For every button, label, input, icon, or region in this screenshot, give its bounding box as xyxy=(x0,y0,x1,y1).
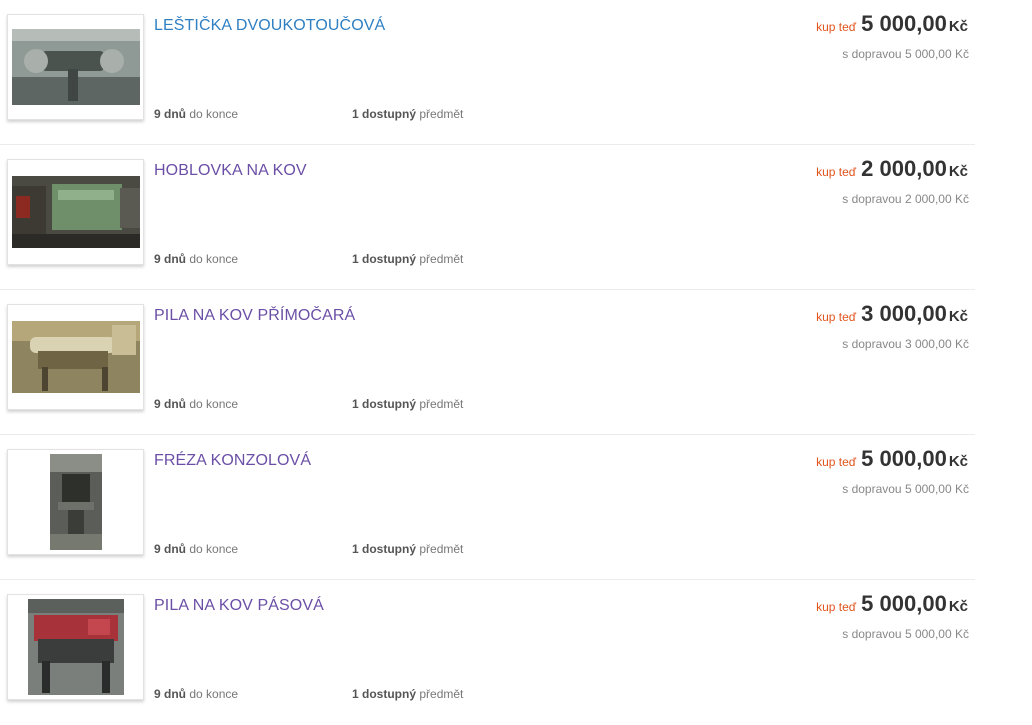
listing-thumbnail[interactable] xyxy=(7,449,144,555)
stock-suffix: předmět xyxy=(419,687,464,701)
buy-now-label: kup teď xyxy=(816,310,857,324)
price-with-shipping: s dopravou 3 000,00 Kč xyxy=(842,337,969,351)
price-block: kup teď 3 000,00 Kč xyxy=(816,301,968,327)
days-suffix: do konce xyxy=(189,107,239,121)
time-remaining: 9 dnů do konce xyxy=(154,397,238,411)
listing-thumbnail[interactable] xyxy=(7,594,144,700)
product-photo xyxy=(11,321,140,393)
listing-item: LEŠTIČKA DVOUKOTOUČOVÁ 9 dnů do konce 1 … xyxy=(0,0,975,145)
listing-item: HOBLOVKA NA KOV 9 dnů do konce 1 dostupn… xyxy=(0,145,975,290)
days-count: 9 dnů xyxy=(154,252,186,266)
listing-item: FRÉZA KONZOLOVÁ 9 dnů do konce 1 dostupn… xyxy=(0,435,975,580)
days-suffix: do konce xyxy=(189,687,239,701)
price-block: kup teď 5 000,00 Kč xyxy=(816,591,968,617)
price-with-shipping: s dopravou 2 000,00 Kč xyxy=(842,192,969,206)
price-value: 5 000,00 xyxy=(861,446,947,471)
listing-title-link[interactable]: PILA NA KOV PŘÍMOČARÁ xyxy=(154,307,355,325)
stock-available: 1 dostupný předmět xyxy=(352,107,463,121)
buy-now-label: kup teď xyxy=(816,600,857,614)
product-photo xyxy=(11,176,140,248)
stock-suffix: předmět xyxy=(419,542,464,556)
price-currency: Kč xyxy=(948,18,968,35)
days-count: 9 dnů xyxy=(154,107,186,121)
listing-title-link[interactable]: PILA NA KOV PÁSOVÁ xyxy=(154,597,324,615)
time-remaining: 9 dnů do konce xyxy=(154,687,238,701)
stock-suffix: předmět xyxy=(419,397,464,411)
buy-now-label: kup teď xyxy=(816,165,857,179)
product-photo xyxy=(11,29,140,105)
days-suffix: do konce xyxy=(189,397,239,411)
stock-available: 1 dostupný předmět xyxy=(352,687,463,701)
stock-available: 1 dostupný předmět xyxy=(352,542,463,556)
product-photo xyxy=(27,599,124,695)
listing-title-link[interactable]: LEŠTIČKA DVOUKOTOUČOVÁ xyxy=(154,17,385,35)
stock-suffix: předmět xyxy=(419,252,464,266)
listing-title-link[interactable]: HOBLOVKA NA KOV xyxy=(154,162,307,180)
time-remaining: 9 dnů do konce xyxy=(154,107,238,121)
price-currency: Kč xyxy=(948,453,968,470)
stock-count: 1 dostupný xyxy=(352,397,417,411)
listing-item: PILA NA KOV PŘÍMOČARÁ 9 dnů do konce 1 d… xyxy=(0,290,975,435)
price-value: 5 000,00 xyxy=(861,591,947,616)
stock-count: 1 dostupný xyxy=(352,252,417,266)
listing-thumbnail[interactable] xyxy=(7,159,144,265)
price-block: kup teď 2 000,00 Kč xyxy=(816,156,968,182)
listing-list: LEŠTIČKA DVOUKOTOUČOVÁ 9 dnů do konce 1 … xyxy=(0,0,1032,725)
buy-now-label: kup teď xyxy=(816,20,857,34)
product-photo xyxy=(49,454,102,550)
price-value: 2 000,00 xyxy=(861,156,947,181)
price-with-shipping: s dopravou 5 000,00 Kč xyxy=(842,47,969,61)
price-with-shipping: s dopravou 5 000,00 Kč xyxy=(842,482,969,496)
listing-title-link[interactable]: FRÉZA KONZOLOVÁ xyxy=(154,452,311,470)
days-count: 9 dnů xyxy=(154,687,186,701)
stock-available: 1 dostupný předmět xyxy=(352,397,463,411)
stock-count: 1 dostupný xyxy=(352,687,417,701)
time-remaining: 9 dnů do konce xyxy=(154,542,238,556)
buy-now-label: kup teď xyxy=(816,455,857,469)
stock-count: 1 dostupný xyxy=(352,107,417,121)
stock-count: 1 dostupný xyxy=(352,542,417,556)
price-with-shipping: s dopravou 5 000,00 Kč xyxy=(842,627,969,641)
price-block: kup teď 5 000,00 Kč xyxy=(816,11,968,37)
stock-suffix: předmět xyxy=(419,107,464,121)
days-count: 9 dnů xyxy=(154,397,186,411)
listing-item: PILA NA KOV PÁSOVÁ 9 dnů do konce 1 dost… xyxy=(0,580,975,725)
price-value: 3 000,00 xyxy=(861,301,947,326)
days-suffix: do konce xyxy=(189,252,239,266)
listing-thumbnail[interactable] xyxy=(7,304,144,410)
stock-available: 1 dostupný předmět xyxy=(352,252,463,266)
days-suffix: do konce xyxy=(189,542,239,556)
time-remaining: 9 dnů do konce xyxy=(154,252,238,266)
price-currency: Kč xyxy=(948,598,968,615)
price-currency: Kč xyxy=(948,308,968,325)
days-count: 9 dnů xyxy=(154,542,186,556)
price-block: kup teď 5 000,00 Kč xyxy=(816,446,968,472)
price-value: 5 000,00 xyxy=(861,11,947,36)
listing-thumbnail[interactable] xyxy=(7,14,144,120)
price-currency: Kč xyxy=(948,163,968,180)
